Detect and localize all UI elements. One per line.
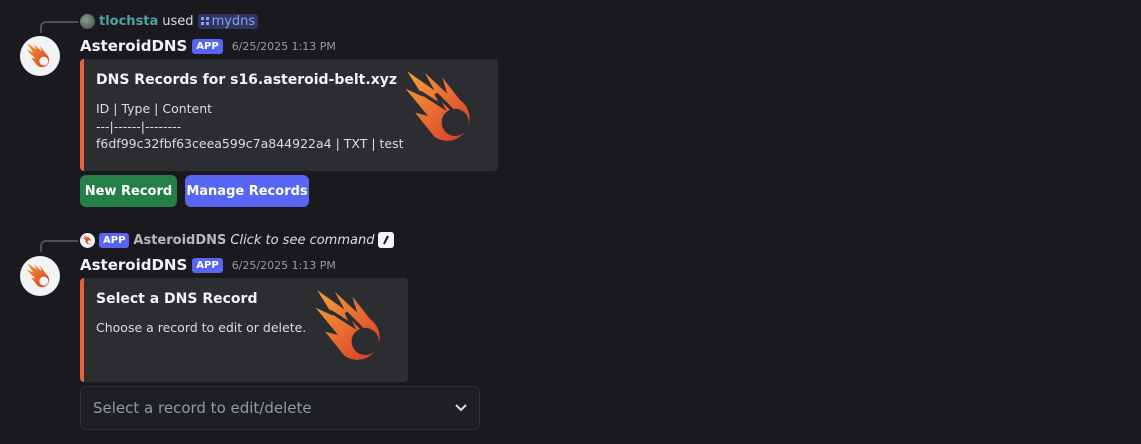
record-select-dropdown[interactable]: Select a record to edit/delete — [80, 386, 480, 430]
message-header: AsteroidDNS APP 6/25/2025 1:13 PM — [80, 255, 336, 275]
reply-verb: used — [162, 13, 194, 29]
embed-thumbnail[interactable] — [312, 287, 396, 371]
reply-spine — [40, 21, 78, 33]
select-placeholder: Select a record to edit/delete — [93, 399, 312, 417]
reply-bot-name[interactable]: AsteroidDNS — [133, 233, 226, 248]
comet-icon — [315, 290, 380, 360]
message-header: AsteroidDNS APP 6/25/2025 1:13 PM — [80, 36, 336, 56]
app-tag: APP — [99, 232, 130, 248]
comet-icon — [82, 235, 91, 245]
reply-username[interactable]: tlochsta — [99, 14, 158, 29]
manage-records-button[interactable]: Manage Records — [185, 175, 309, 207]
embed-title: Select a DNS Record — [96, 291, 258, 307]
comet-icon — [26, 43, 50, 68]
chevron-down-icon — [455, 404, 467, 412]
embed-line: ---|------|-------- — [96, 118, 182, 134]
embed-description: Choose a record to edit or delete. — [96, 320, 307, 335]
reply-context[interactable]: APP AsteroidDNS Click to see command — [80, 231, 395, 249]
reply-context[interactable]: tlochsta used mydns — [80, 12, 259, 30]
author-name[interactable]: AsteroidDNS — [80, 256, 187, 274]
embed-title: DNS Records for s16.asteroid-belt.xyz — [96, 72, 397, 88]
see-command-link[interactable]: Click to see command — [230, 233, 374, 248]
bot-mini-avatar[interactable] — [80, 232, 95, 248]
slash-command-icon[interactable] — [378, 232, 395, 248]
embed-line: f6df99c32fbf63ceea599c7a844922a4 | TXT |… — [96, 136, 404, 151]
embed: Select a DNS Record Choose a record to e… — [80, 278, 408, 382]
new-record-button[interactable]: New Record — [80, 175, 177, 207]
command-name: mydns — [211, 13, 256, 29]
embed-description: ID | Type | Content ---|------|-------- … — [96, 100, 404, 153]
embed-line: ID | Type | Content — [96, 101, 213, 116]
bot-avatar[interactable] — [20, 256, 60, 296]
comet-icon — [405, 71, 470, 141]
timestamp[interactable]: 6/25/2025 1:13 PM — [232, 40, 336, 53]
app-tag: APP — [192, 38, 223, 54]
command-chip[interactable]: mydns — [197, 13, 259, 29]
bot-avatar[interactable] — [20, 36, 60, 76]
reply-spine — [40, 240, 78, 252]
user-avatar[interactable] — [80, 13, 95, 29]
app-tag: APP — [192, 257, 223, 273]
command-icon — [200, 17, 209, 25]
timestamp[interactable]: 6/25/2025 1:13 PM — [232, 259, 336, 272]
embed-thumbnail[interactable] — [402, 68, 486, 152]
comet-icon — [26, 263, 50, 288]
author-name[interactable]: AsteroidDNS — [80, 37, 187, 55]
embed: DNS Records for s16.asteroid-belt.xyz ID… — [80, 59, 498, 171]
